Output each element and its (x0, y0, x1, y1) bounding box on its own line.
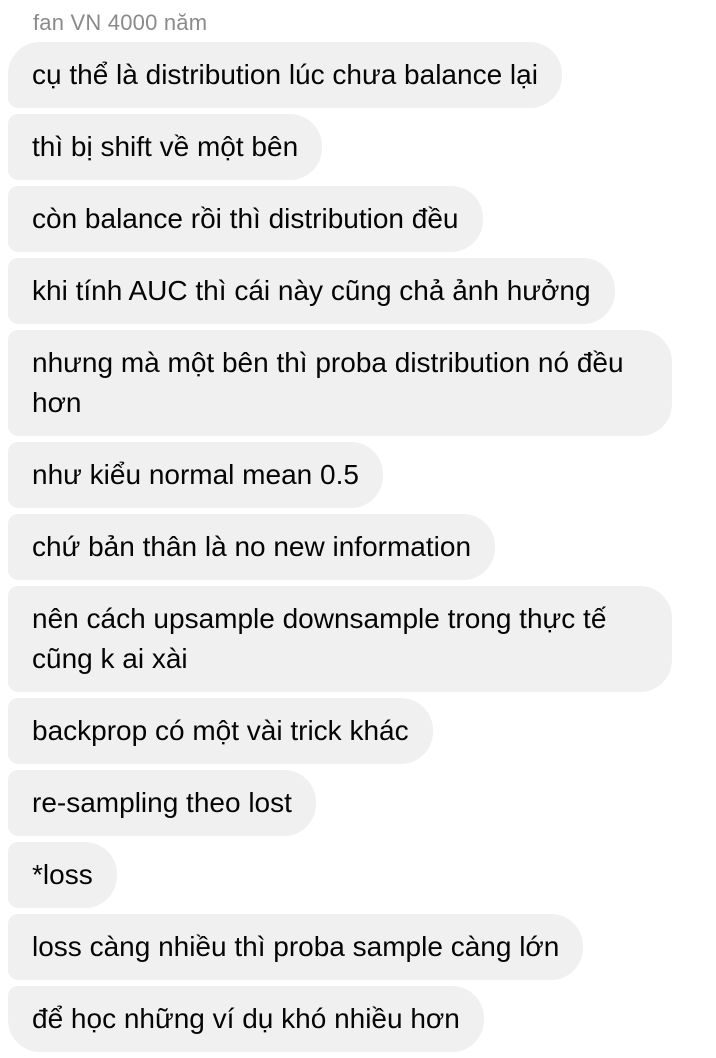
sender-name: fan VN 4000 năm (33, 10, 208, 35)
message-bubble[interactable]: nhưng mà một bên thì proba distribution … (8, 330, 672, 436)
message-bubble[interactable]: loss càng nhiều thì proba sample càng lớ… (8, 914, 584, 980)
message-bubble[interactable]: còn balance rồi thì distribution đều (8, 186, 483, 252)
message-bubble[interactable]: cụ thể là distribution lúc chưa balance … (8, 42, 562, 108)
message-bubble[interactable]: re-sampling theo lost (8, 770, 316, 836)
message-bubble[interactable]: chứ bản thân là no new information (8, 514, 496, 580)
message-bubble[interactable]: *loss (8, 842, 117, 908)
message-bubble[interactable]: như kiểu normal mean 0.5 (8, 442, 383, 508)
message-bubble[interactable]: thì bị shift về một bên (8, 114, 323, 180)
message-bubble[interactable]: khi tính AUC thì cái này cũng chả ảnh hư… (8, 258, 615, 324)
message-thread: cụ thể là distribution lúc chưa balance … (8, 42, 708, 1058)
message-bubble[interactable]: nên cách upsample downsample trong thực … (8, 586, 672, 692)
message-bubble[interactable]: backprop có một vài trick khác (8, 698, 433, 764)
message-bubble[interactable]: để học những ví dụ khó nhiều hơn (8, 986, 484, 1052)
